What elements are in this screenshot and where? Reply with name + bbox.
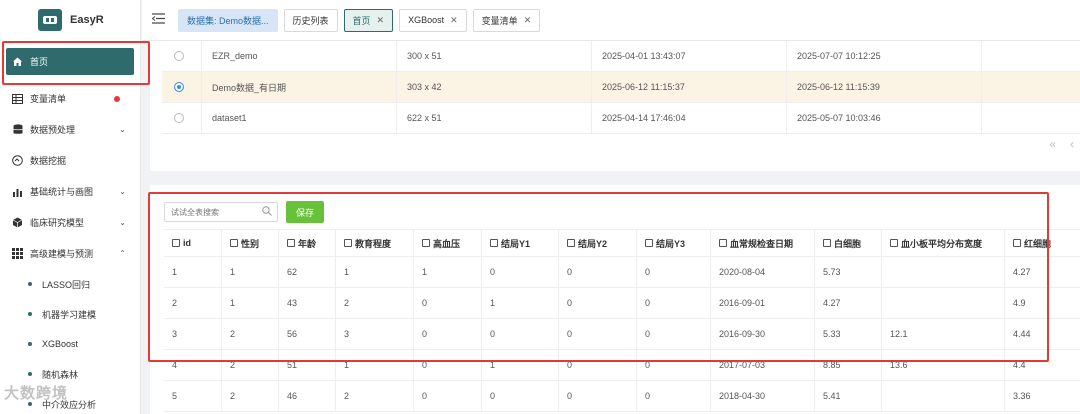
radio-cell[interactable] xyxy=(162,103,202,133)
table-row[interactable]: 5 2 46 2 0 0 0 0 2018-04-30 5.41 3.36 xyxy=(164,381,1080,412)
notification-dot xyxy=(114,95,120,102)
table-cell[interactable]: 3.36 xyxy=(1005,381,1080,411)
close-icon[interactable]: ✕ xyxy=(524,15,532,26)
table-cell[interactable]: 2 xyxy=(336,381,414,411)
table-cell[interactable]: 2018-04-30 xyxy=(711,381,815,411)
bar-chart-icon xyxy=(12,186,23,197)
dataset-name: dataset1 xyxy=(202,103,397,133)
sidebar-item-advanced-modeling[interactable]: 高级建模与预测 ⌃ xyxy=(0,238,140,269)
chevron-down-icon: ⌄ xyxy=(119,218,126,227)
tab-label: 变量清单 xyxy=(481,15,518,26)
table-row[interactable]: EZR_demo 300 x 51 2025-04-01 13:43:07 20… xyxy=(162,41,1080,72)
pagination: « ‹ xyxy=(1049,137,1074,151)
first-page-button[interactable]: « xyxy=(1049,137,1056,151)
dataset-updated: 2025-05-07 10:03:46 xyxy=(787,103,982,133)
highlight-box-table xyxy=(148,192,1049,362)
tab-dataset[interactable]: 数据集: Demo数据... xyxy=(178,8,278,32)
sidebar-subitem-label: 机器学习建模 xyxy=(42,309,97,320)
dataset-name: EZR_demo xyxy=(202,41,397,71)
dataset-updated: 2025-06-12 11:15:39 xyxy=(787,72,982,102)
bullet-icon xyxy=(28,342,32,346)
bullet-icon xyxy=(28,312,32,316)
dataset-created: 2025-06-12 11:15:37 xyxy=(592,72,787,102)
dataset-name: Demo数据_有日期 xyxy=(202,72,397,102)
table-cell[interactable]: 0 xyxy=(482,381,559,411)
sidebar-item-label: 高级建模与预测 xyxy=(30,249,94,259)
sidebar-item-label: 临床研究模型 xyxy=(30,218,85,228)
table-cell[interactable] xyxy=(882,381,1005,411)
sidebar-subitem-xgboost[interactable]: XGBoost xyxy=(0,329,140,359)
chevron-down-icon: ⌄ xyxy=(119,187,126,196)
sidebar-item-preprocessing[interactable]: 数据预处理 ⌄ xyxy=(0,114,140,145)
highlight-box-home xyxy=(2,41,150,85)
bullet-icon xyxy=(28,372,32,376)
dataset-created: 2025-04-01 13:43:07 xyxy=(592,41,787,71)
tab-label: 历史列表 xyxy=(292,15,329,26)
radio-cell[interactable] xyxy=(162,41,202,71)
radio-button-selected[interactable] xyxy=(174,82,184,92)
watermark: 大数跨境 xyxy=(4,385,69,402)
sidebar-subitem-label: XGBoost xyxy=(42,339,79,349)
tab-history[interactable]: 历史列表 xyxy=(283,8,338,32)
tab-label: 数据集: Demo数据... xyxy=(187,15,269,26)
close-icon[interactable]: ✕ xyxy=(450,15,458,26)
sidebar-subitem-ml-modeling[interactable]: 机器学习建模 xyxy=(0,299,140,329)
dataset-size: 622 x 51 xyxy=(397,103,592,133)
close-icon[interactable]: ✕ xyxy=(377,15,385,26)
sidebar-item-data-mining[interactable]: 数据挖掘 xyxy=(0,145,140,176)
tab-home[interactable]: 首页 ✕ xyxy=(343,8,394,32)
dataset-size: 303 x 42 xyxy=(397,72,592,102)
table-cell[interactable]: 5 xyxy=(164,381,222,411)
table-cell[interactable]: 2 xyxy=(222,381,279,411)
chevron-up-icon: ⌃ xyxy=(119,249,126,258)
dataset-list-panel: EZR_demo 300 x 51 2025-04-01 13:43:07 20… xyxy=(150,41,1080,171)
sidebar-item-label: 数据预处理 xyxy=(30,125,76,135)
dataset-size: 300 x 51 xyxy=(397,41,592,71)
table-cell[interactable]: 5.41 xyxy=(815,381,882,411)
sidebar-item-variable-list[interactable]: 变量清单 xyxy=(0,83,140,114)
logo: EasyR xyxy=(0,0,140,40)
dataset-table: EZR_demo 300 x 51 2025-04-01 13:43:07 20… xyxy=(162,41,1080,134)
bullet-icon xyxy=(28,282,32,286)
sidebar-subitem-label: 随机森林 xyxy=(42,369,79,380)
radio-cell[interactable] xyxy=(162,72,202,102)
table-row[interactable]: dataset1 622 x 51 2025-04-14 17:46:04 20… xyxy=(162,103,1080,134)
sidebar-subitem-label: LASSO回归 xyxy=(42,279,91,290)
dataset-updated: 2025-07-07 10:12:25 xyxy=(787,41,982,71)
sidebar-item-basic-stats[interactable]: 基础统计与画图 ⌄ xyxy=(0,176,140,207)
sidebar-item-label: 基础统计与画图 xyxy=(30,187,94,197)
table-cell[interactable]: 0 xyxy=(559,381,637,411)
dataset-created: 2025-04-14 17:46:04 xyxy=(592,103,787,133)
table-icon xyxy=(12,93,23,104)
tab-bar: 数据集: Demo数据... 历史列表 首页 ✕ XGBoost ✕ 变量清单 … xyxy=(142,0,1080,41)
table-cell[interactable]: 0 xyxy=(637,381,711,411)
radio-button[interactable] xyxy=(174,113,184,123)
app-name: EasyR xyxy=(70,14,104,26)
table-cell[interactable]: 46 xyxy=(279,381,336,411)
sidebar-item-label: 变量清单 xyxy=(30,94,67,104)
mining-icon xyxy=(12,155,23,166)
logo-icon xyxy=(38,9,62,31)
tab-label: 首页 xyxy=(352,15,371,26)
tab-xgboost[interactable]: XGBoost ✕ xyxy=(399,8,467,32)
chevron-down-icon: ⌄ xyxy=(119,125,126,134)
cube-icon xyxy=(12,217,23,228)
table-row[interactable]: Demo数据_有日期 303 x 42 2025-06-12 11:15:37 … xyxy=(162,72,1080,103)
menu-fold-icon[interactable] xyxy=(151,13,166,27)
tab-label: XGBoost xyxy=(408,15,445,25)
prev-page-button[interactable]: ‹ xyxy=(1070,137,1074,151)
radio-button[interactable] xyxy=(174,51,184,61)
grid-icon xyxy=(12,248,23,259)
table-cell[interactable]: 0 xyxy=(414,381,482,411)
sidebar-item-label: 数据挖掘 xyxy=(30,156,67,166)
database-icon xyxy=(12,124,23,135)
tab-variable-list[interactable]: 变量清单 ✕ xyxy=(472,8,541,32)
sidebar-subitem-lasso[interactable]: LASSO回归 xyxy=(0,269,140,299)
sidebar-item-clinical-models[interactable]: 临床研究模型 ⌄ xyxy=(0,207,140,238)
